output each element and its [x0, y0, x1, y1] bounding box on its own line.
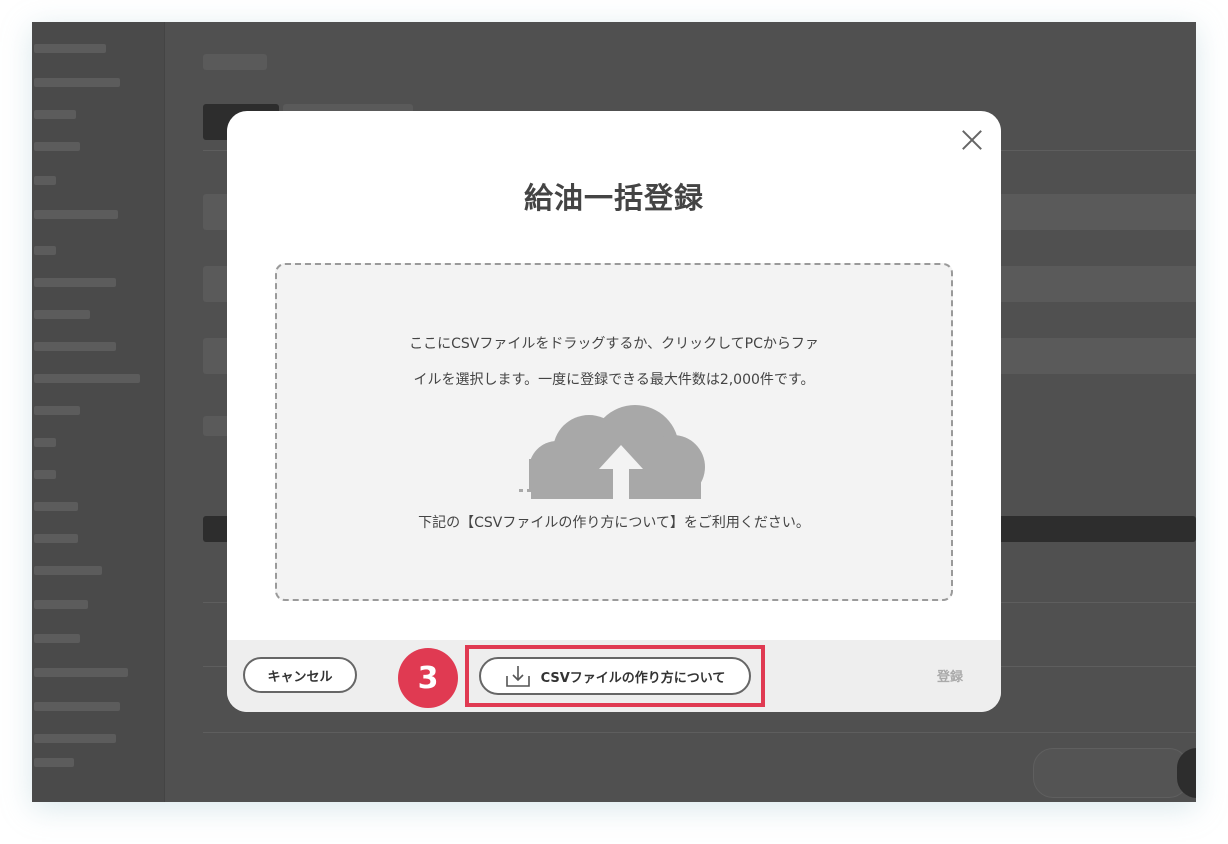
bg-sidebar-item: [34, 734, 116, 743]
modal-title: 給油一括登録: [523, 181, 704, 215]
bg-sidebar-item: [34, 634, 80, 643]
csv-howto-label: CSVファイルの作り方について: [540, 670, 726, 686]
bg-sidebar-item: [34, 702, 120, 711]
bulk-fuel-registration-modal: 給油一括登録 ここにCSVファイルをドラッグするか、クリックしてPCからファ イ…: [227, 111, 1001, 712]
bg-sidebar-item: [34, 78, 120, 87]
bg-page-title: [203, 54, 267, 70]
bg-sidebar-item: [34, 470, 56, 479]
bg-sidebar-item: [34, 142, 80, 151]
bg-sidebar-item: [34, 342, 116, 351]
bg-sidebar-item: [34, 534, 78, 543]
bg-sidebar-item: [34, 310, 90, 319]
cloud-upload-icon: [509, 405, 709, 499]
bg-sidebar-item: [34, 758, 74, 767]
bg-sidebar-item: [34, 110, 76, 119]
step-badge: 3: [398, 648, 458, 708]
bg-sidebar-item: [34, 246, 56, 255]
dropzone-instruction-line-2: イルを選択します。一度に登録できる最大件数は2,000件です。: [413, 372, 815, 388]
bg-pill-button: [1033, 748, 1189, 798]
bg-sidebar-item: [34, 438, 56, 447]
download-icon: [505, 666, 530, 687]
close-icon[interactable]: [959, 127, 985, 153]
bg-table-divider: [203, 732, 1196, 733]
bg-sidebar-item: [34, 278, 116, 287]
dropzone-instruction-line-1: ここにCSVファイルをドラッグするか、クリックしてPCからファ: [409, 336, 819, 352]
csv-dropzone[interactable]: ここにCSVファイルをドラッグするか、クリックしてPCからファ イルを選択します…: [275, 263, 953, 601]
bg-sidebar-item: [34, 374, 140, 383]
background-sidebar: [32, 22, 165, 802]
bg-sidebar-item: [34, 668, 128, 677]
cancel-button[interactable]: キャンセル: [243, 657, 357, 693]
bg-sidebar-item: [34, 210, 118, 219]
bg-sidebar-item: [34, 176, 56, 185]
app-window: 給油一括登録 ここにCSVファイルをドラッグするか、クリックしてPCからファ イ…: [32, 22, 1196, 802]
dropzone-instruction-line-3: 下記の【CSVファイルの作り方について】をご利用ください。: [418, 515, 810, 531]
bg-sidebar-item: [34, 406, 80, 415]
bg-sidebar-item: [34, 502, 78, 511]
register-button[interactable]: 登録: [937, 666, 963, 685]
csv-howto-button[interactable]: CSVファイルの作り方について: [479, 657, 751, 695]
bg-sidebar-item: [34, 566, 102, 575]
modal-footer: キャンセル 3 CSVファイルの作り方について 登録: [227, 640, 1001, 712]
bg-sidebar-item: [34, 44, 106, 53]
bg-sidebar-item: [34, 600, 88, 609]
